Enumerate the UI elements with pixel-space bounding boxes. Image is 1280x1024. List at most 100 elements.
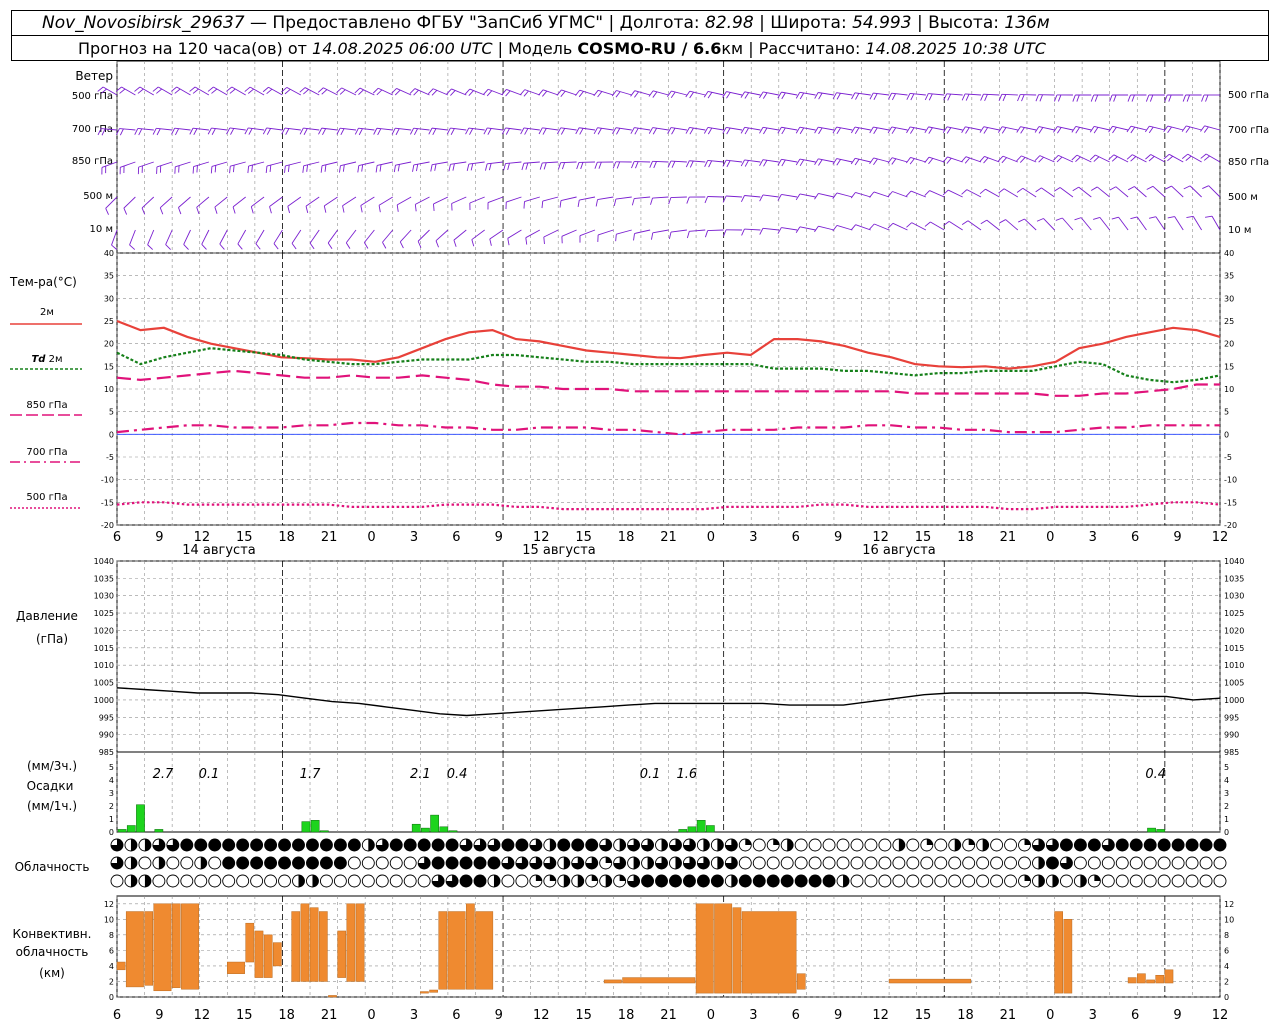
cloud-mid-cell xyxy=(473,856,487,870)
wind-barb xyxy=(192,127,209,131)
cloud-circle xyxy=(766,856,780,870)
cloud-circle xyxy=(389,838,403,852)
wind-barb xyxy=(1118,216,1129,231)
cloud-fill xyxy=(647,857,654,869)
wind-barb-feather xyxy=(211,128,216,135)
conv-bar xyxy=(603,979,622,984)
cloud-mid-cell xyxy=(375,856,389,870)
conv-ytick-right: 6 xyxy=(1224,946,1229,955)
cloud-high-cell xyxy=(347,838,361,852)
cloud-mid-cell xyxy=(710,856,724,870)
precip-bar xyxy=(448,830,458,833)
wind-level-10m: 10 м xyxy=(90,224,113,235)
cloud-high-cell xyxy=(878,838,892,852)
cloud-circle xyxy=(236,856,250,870)
cloud-fill xyxy=(1080,874,1087,887)
conv-xtick-label: 3 xyxy=(749,1008,757,1023)
wind-barb xyxy=(1024,218,1037,231)
precip-ytick-right: 1 xyxy=(1224,815,1229,824)
cloud-low-cell xyxy=(473,874,487,888)
cloud-mid-cell xyxy=(529,856,543,870)
cloud-circle xyxy=(1171,856,1185,870)
pressure-ytick-left: 985 xyxy=(99,748,114,757)
cloud-mid-cell xyxy=(459,856,473,870)
wind-barb-feather xyxy=(1053,155,1059,161)
wind-barb xyxy=(321,161,338,167)
meteogram-chart: Ветер 500 гПа 700 гПа 850 гПа 500 м 10 м… xyxy=(9,60,1269,1023)
wind-barb-feather xyxy=(598,161,602,169)
wind-barb-feather xyxy=(471,239,475,247)
pressure-ytick-right: 985 xyxy=(1224,748,1239,757)
wind-barb-feather xyxy=(302,165,305,173)
wind-barb xyxy=(395,161,412,166)
wind-barb xyxy=(376,127,393,131)
precip-label: 2.7 xyxy=(153,767,174,782)
temp-xtick-label: 21 xyxy=(660,530,677,545)
temp-ytick-right: 40 xyxy=(1224,249,1234,258)
cloud-circle xyxy=(264,838,278,852)
temp-xtick-label: 9 xyxy=(834,530,842,545)
cloud-high-cell xyxy=(473,838,487,852)
conv-bar xyxy=(1054,911,1063,994)
wind-barb-feather xyxy=(818,159,823,166)
wind-barb-feather xyxy=(523,201,525,209)
cloud-circle xyxy=(962,856,976,870)
cloud-low-cell xyxy=(724,874,738,888)
wind-barb xyxy=(286,87,302,96)
conv-xtick-label: 15 xyxy=(236,1008,253,1023)
cloud-high-cell xyxy=(780,838,794,852)
wind-barb xyxy=(156,127,173,131)
wind-barb-feather xyxy=(287,206,290,214)
wind-barb-feather xyxy=(1205,215,1213,218)
wind-barb-feather xyxy=(265,165,268,174)
cloud-mid-cell xyxy=(124,856,138,870)
wind-barb xyxy=(799,193,816,198)
cloud-mid-cell xyxy=(766,856,780,870)
wind-barb-feather xyxy=(906,222,912,228)
wind-barb xyxy=(1136,216,1147,231)
wind-barb-feather xyxy=(251,165,253,173)
cloud-circle xyxy=(152,874,166,888)
wind-barb xyxy=(431,127,448,131)
pressure-ytick-left: 1005 xyxy=(94,679,114,688)
cloud-mid-cell xyxy=(1087,856,1101,870)
wind-barb-feather xyxy=(762,92,768,99)
conv-bar xyxy=(796,973,806,990)
cloud-high-cell xyxy=(1129,838,1143,852)
wind-barb-feather xyxy=(464,88,471,95)
wind-barb-feather xyxy=(192,166,195,174)
cloud-low-cell xyxy=(278,874,291,888)
wind-barb-feather xyxy=(1167,216,1175,219)
cloud-circle xyxy=(1171,874,1185,888)
wind-barb-feather xyxy=(703,91,709,98)
cloud-mid-cell xyxy=(1032,856,1045,870)
wind-barb xyxy=(928,93,945,96)
cloud-mid-cell xyxy=(361,856,375,870)
wind-barb xyxy=(1005,219,1019,231)
wind-barb xyxy=(1099,217,1111,231)
conv-bar xyxy=(438,911,448,990)
wind-barb-feather xyxy=(744,92,750,99)
cloud-circle xyxy=(934,874,948,888)
wind-barb-feather xyxy=(671,127,676,135)
wind-barb-feather xyxy=(273,243,279,250)
wind-barb-feather xyxy=(979,188,986,195)
wind-barb-feather xyxy=(648,90,654,97)
wind-barb xyxy=(1150,154,1166,163)
pressure-title: Давление xyxy=(16,609,78,623)
wind-barb xyxy=(781,126,798,131)
wind-barb-feather xyxy=(1148,126,1154,134)
wind-barb-feather xyxy=(105,208,109,215)
precip-bar xyxy=(117,829,127,833)
wind-barb-feather xyxy=(488,163,492,171)
wind-barb xyxy=(255,229,265,244)
cloud-low-cell xyxy=(571,874,585,888)
wind-barb-feather xyxy=(689,91,694,99)
cloud-low-cell xyxy=(361,874,375,888)
wind-barb-feather xyxy=(836,93,841,100)
cloud-high-cell xyxy=(166,838,180,852)
cloud-fill xyxy=(954,839,961,851)
wind-barb-feather xyxy=(432,128,437,136)
conv-ytick-right: 8 xyxy=(1224,931,1229,940)
wind-barb-feather xyxy=(611,90,617,97)
